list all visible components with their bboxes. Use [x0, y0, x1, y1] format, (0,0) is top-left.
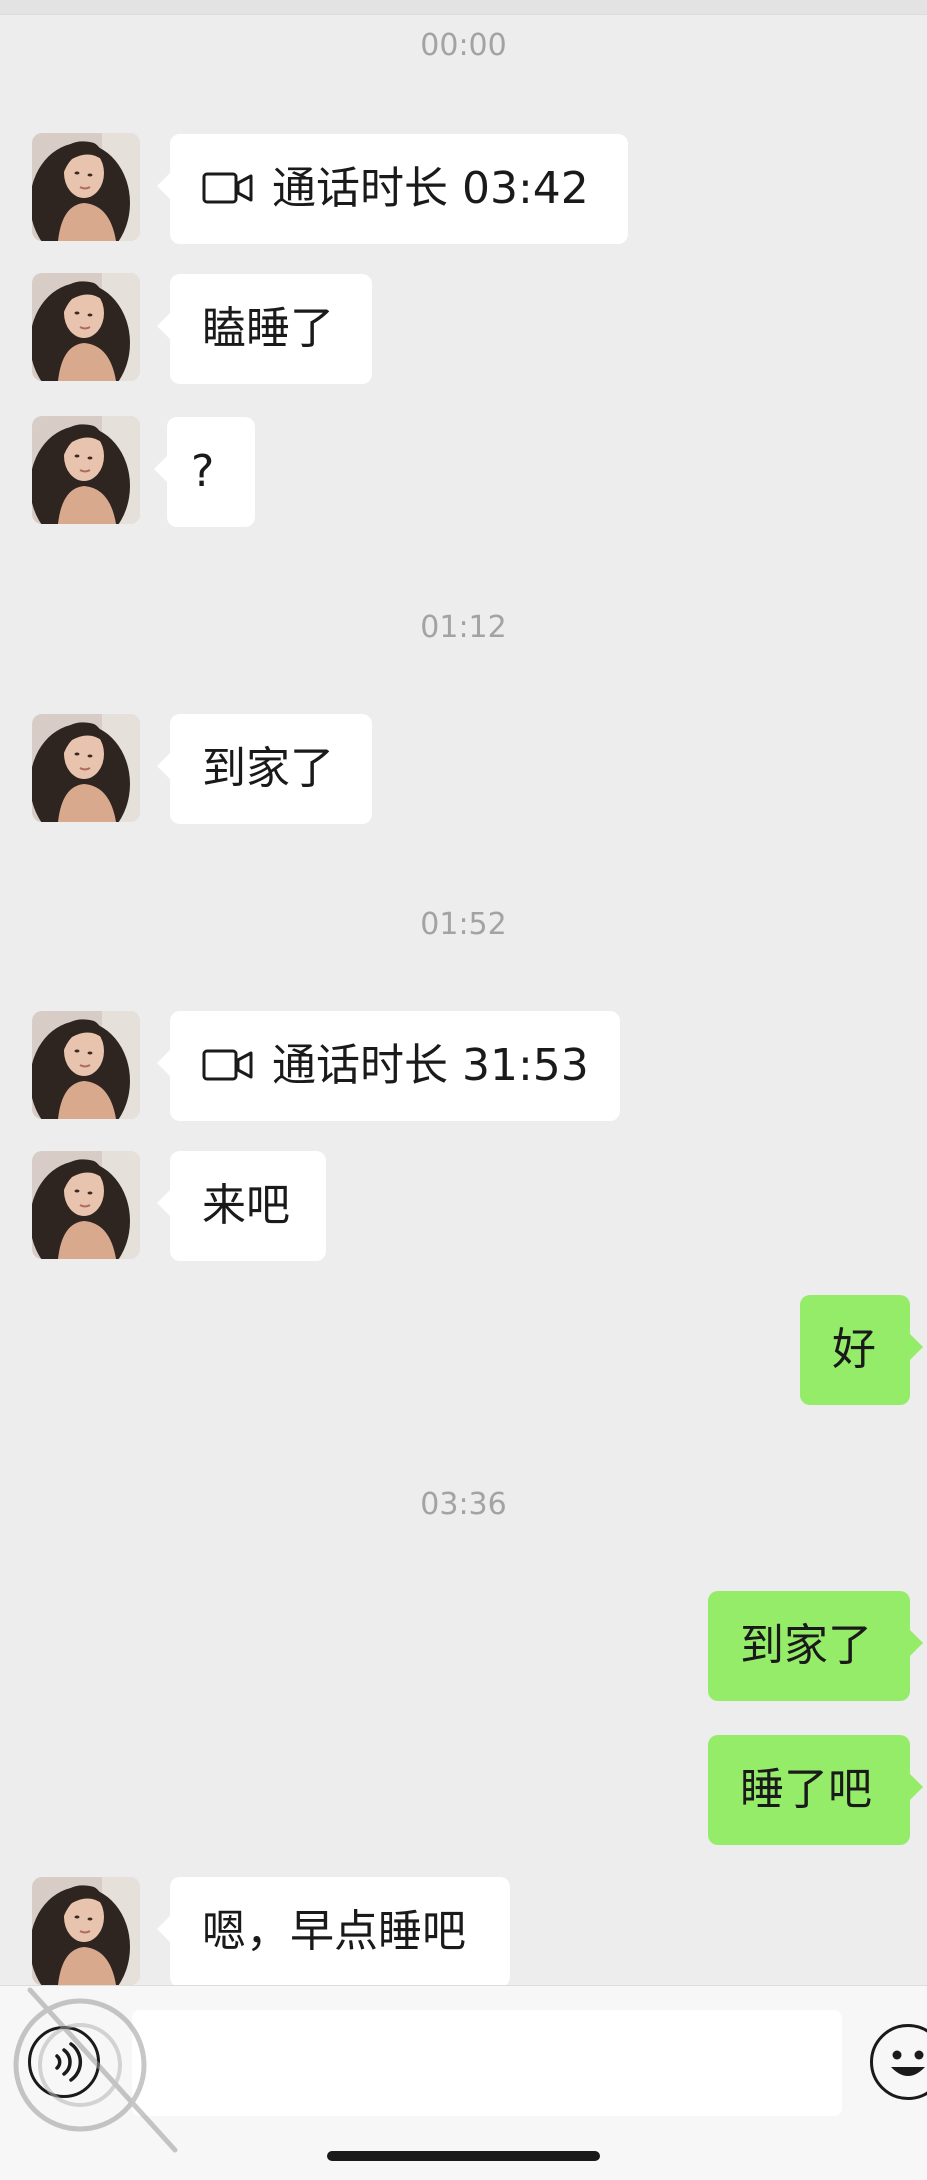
- message-text: ?: [191, 446, 215, 497]
- avatar[interactable]: [32, 416, 140, 524]
- message-text: 到家了: [202, 743, 334, 794]
- message-bubble[interactable]: 嗯，早点睡吧: [157, 1877, 510, 1985]
- avatar-portrait-icon: [32, 416, 140, 524]
- voice-waves-icon: [55, 2042, 83, 2082]
- avatar[interactable]: [32, 133, 140, 241]
- smiley-face-icon: [891, 2050, 925, 2076]
- message-text: 来吧: [202, 1180, 290, 1231]
- call-duration-label: 通话时长 03:42: [272, 163, 589, 214]
- avatar[interactable]: [32, 1877, 140, 1985]
- avatar-portrait-icon: [32, 133, 140, 241]
- timestamp: 00:00: [420, 28, 507, 63]
- message-bubble-outgoing[interactable]: 好: [800, 1295, 923, 1405]
- input-bar: [0, 1985, 927, 2180]
- call-record-bubble[interactable]: 通话时长 31:53: [157, 1011, 620, 1121]
- message-bubble-outgoing[interactable]: 到家了: [708, 1591, 923, 1701]
- avatar-portrait-icon: [32, 1151, 140, 1259]
- message-bubble[interactable]: 来吧: [157, 1151, 326, 1261]
- timestamp: 03:36: [420, 1487, 507, 1522]
- home-indicator: [327, 2151, 600, 2161]
- avatar[interactable]: [32, 714, 140, 822]
- message-bubble-outgoing[interactable]: 睡了吧: [708, 1735, 923, 1845]
- timestamp: 01:52: [420, 907, 507, 942]
- avatar[interactable]: [32, 1011, 140, 1119]
- message-bubble[interactable]: ?: [154, 417, 255, 527]
- video-call-icon: [202, 1049, 253, 1081]
- chat-history[interactable]: 00:00 通话时长 03:42 瞌睡了 ? 01:12 到家了 01:52 通…: [0, 0, 927, 1985]
- timestamp: 01:12: [420, 610, 507, 645]
- avatar-portrait-icon: [32, 273, 140, 381]
- avatar-portrait-icon: [32, 1877, 140, 1985]
- message-bubble[interactable]: 瞌睡了: [157, 274, 372, 384]
- message-bubble[interactable]: 到家了: [157, 714, 372, 824]
- avatar[interactable]: [32, 273, 140, 381]
- message-text: 瞌睡了: [202, 303, 334, 354]
- voice-icon[interactable]: [28, 2026, 100, 2098]
- emoji-icon[interactable]: [870, 2024, 927, 2100]
- message-text: 到家了: [740, 1620, 872, 1671]
- video-call-icon: [202, 172, 253, 204]
- avatar-portrait-icon: [32, 1011, 140, 1119]
- message-input[interactable]: [132, 2010, 842, 2116]
- message-text: 好: [832, 1324, 876, 1375]
- avatar[interactable]: [32, 1151, 140, 1259]
- call-record-bubble[interactable]: 通话时长 03:42: [157, 134, 628, 244]
- message-text: 嗯，早点睡吧: [202, 1906, 466, 1957]
- avatar-portrait-icon: [32, 714, 140, 822]
- message-text: 睡了吧: [740, 1764, 872, 1815]
- call-duration-label: 通话时长 31:53: [272, 1040, 589, 1091]
